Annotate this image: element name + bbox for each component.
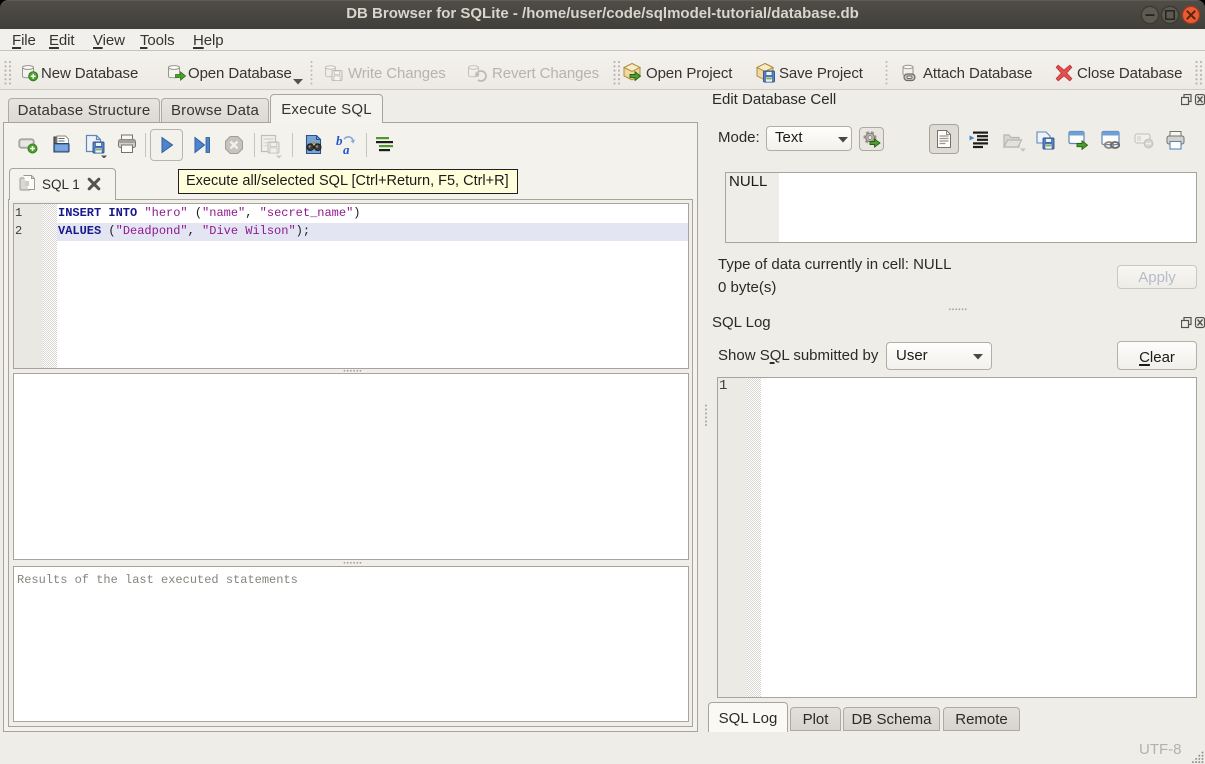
svg-text:b: b bbox=[336, 134, 343, 148]
svg-text:a: a bbox=[343, 142, 350, 156]
